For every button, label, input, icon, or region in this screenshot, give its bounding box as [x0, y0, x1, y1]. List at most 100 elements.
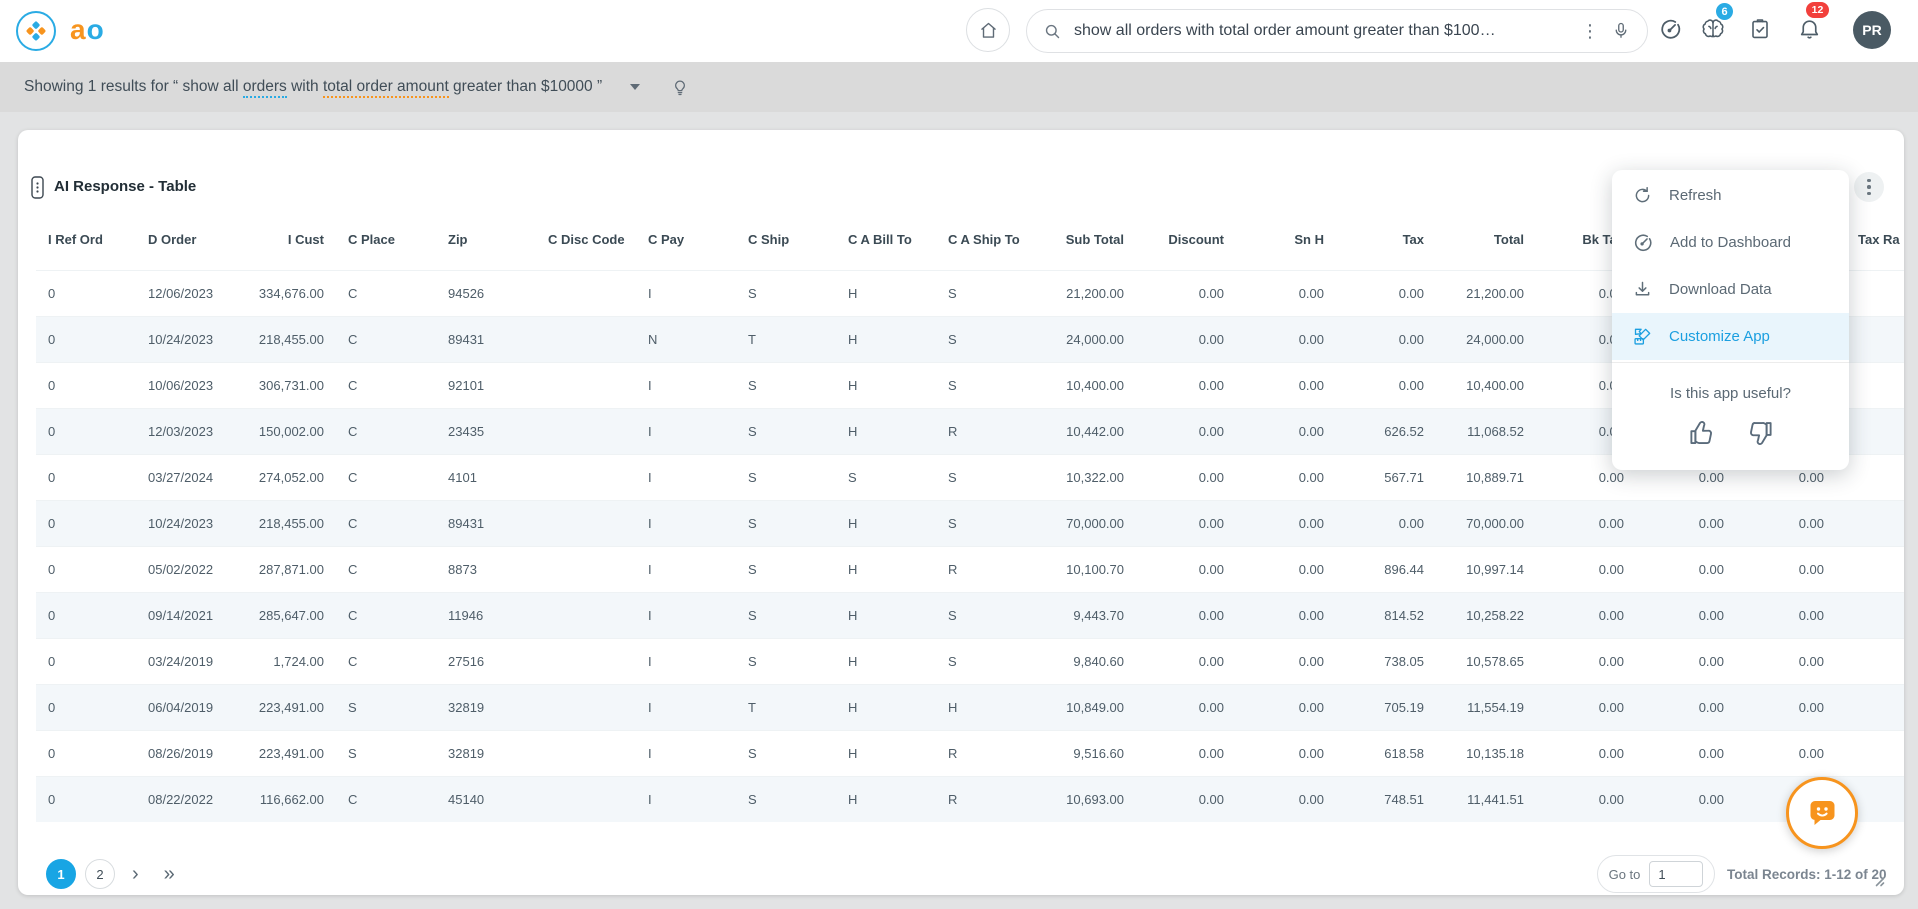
table-cell: S — [736, 730, 836, 776]
table-cell: 89431 — [436, 500, 536, 546]
table-cell: I — [636, 408, 736, 454]
table-cell: 12/06/2023 — [136, 270, 236, 316]
home-button[interactable] — [966, 8, 1010, 52]
menu-item-customize-app[interactable]: Customize App — [1612, 313, 1849, 360]
table-cell: S — [936, 500, 1036, 546]
menu-item-refresh[interactable]: Refresh — [1612, 172, 1849, 219]
table-cell: 0.00 — [1736, 546, 1836, 592]
table-cell: C — [336, 638, 436, 684]
brand-letter-o: o — [87, 14, 105, 45]
query-dropdown-caret-icon[interactable] — [630, 84, 640, 90]
table-cell: 0.00 — [1136, 408, 1236, 454]
results-summary: Showing 1 results for “ show all orders … — [24, 78, 602, 96]
table-cell: H — [836, 408, 936, 454]
next-page-button[interactable]: › — [124, 859, 147, 889]
menu-item-add-to-dashboard[interactable]: Add to Dashboard — [1612, 219, 1849, 266]
table-cell: 0.00 — [1136, 270, 1236, 316]
table-cell: 0 — [36, 776, 136, 822]
table-cell: 0.00 — [1336, 316, 1436, 362]
table-cell — [536, 408, 636, 454]
table-cell — [1836, 730, 1904, 776]
resize-grip-icon[interactable] — [1870, 872, 1885, 892]
panel-menu-kebab-button[interactable] — [1854, 172, 1884, 202]
user-avatar[interactable]: PR — [1853, 11, 1891, 49]
thumbs-down-icon[interactable] — [1745, 418, 1775, 448]
table-cell: S — [936, 592, 1036, 638]
dashboard-gauge-button[interactable] — [1652, 11, 1688, 47]
clipboard-check-icon — [1748, 17, 1772, 41]
microphone-icon[interactable] — [1611, 21, 1631, 41]
table-cell: 285,647.00 — [236, 592, 336, 638]
table-cell: 0.00 — [1736, 730, 1836, 776]
goto-label: Go to — [1609, 867, 1641, 882]
thumbs-up-icon[interactable] — [1687, 418, 1717, 448]
table-row: 003/24/20191,724.00C27516ISHS9,840.600.0… — [36, 638, 1904, 684]
menu-item-download-data[interactable]: Download Data — [1612, 266, 1849, 313]
table-cell: 814.52 — [1336, 592, 1436, 638]
app-logo-button[interactable] — [16, 11, 56, 51]
table-cell: I — [636, 730, 736, 776]
table-cell: 0 — [36, 500, 136, 546]
table-cell: 32819 — [436, 684, 536, 730]
table-cell: 0.00 — [1736, 684, 1836, 730]
feedback-chat-button[interactable] — [1786, 777, 1858, 849]
search-bar[interactable]: ⋮ — [1026, 9, 1648, 53]
table-cell: S — [736, 362, 836, 408]
goto-page-input[interactable] — [1649, 861, 1703, 887]
table-cell: 0.00 — [1236, 730, 1336, 776]
table-cell: 09/14/2021 — [136, 592, 236, 638]
last-page-button[interactable]: » — [156, 859, 183, 889]
table-cell: 11946 — [436, 592, 536, 638]
column-header: Tax — [1336, 210, 1436, 270]
table-cell: S — [736, 592, 836, 638]
page-button-2[interactable]: 2 — [85, 859, 115, 889]
table-cell: 0.00 — [1636, 776, 1736, 822]
pinwheel-logo-icon — [23, 18, 49, 44]
table-cell: 0.00 — [1236, 454, 1336, 500]
table-cell: 0.00 — [1636, 500, 1736, 546]
table-cell: 0.00 — [1236, 638, 1336, 684]
table-row: 005/02/2022287,871.00C8873ISHR10,100.700… — [36, 546, 1904, 592]
table-cell: 618.58 — [1336, 730, 1436, 776]
table-cell — [536, 362, 636, 408]
table-cell: 4101 — [436, 454, 536, 500]
table-cell: S — [736, 638, 836, 684]
table-cell: 0.00 — [1636, 684, 1736, 730]
tasks-button[interactable] — [1742, 11, 1778, 47]
table-cell: C — [336, 270, 436, 316]
table-cell: 10/06/2023 — [136, 362, 236, 408]
table-cell: 0.00 — [1136, 316, 1236, 362]
feedback-thumbs — [1612, 402, 1849, 470]
table-cell: C — [336, 592, 436, 638]
search-options-kebab-icon[interactable]: ⋮ — [1569, 22, 1611, 40]
column-header: Sn H — [1236, 210, 1336, 270]
column-header: Total — [1436, 210, 1536, 270]
page-button-1[interactable]: 1 — [46, 859, 76, 889]
table-cell: C — [336, 776, 436, 822]
table-cell: 8873 — [436, 546, 536, 592]
menu-item-label: Refresh — [1669, 187, 1722, 204]
table-cell — [536, 776, 636, 822]
drag-handle-icon[interactable] — [31, 175, 44, 205]
table-cell: 218,455.00 — [236, 500, 336, 546]
search-input[interactable] — [1074, 22, 1569, 40]
table-cell: 0.00 — [1536, 684, 1636, 730]
table-cell: 45140 — [436, 776, 536, 822]
table-row: 010/24/2023218,455.00C89431ISHS70,000.00… — [36, 500, 1904, 546]
table-cell: 0.00 — [1336, 270, 1436, 316]
table-cell — [536, 638, 636, 684]
table-cell: 0 — [36, 362, 136, 408]
table-cell: 06/04/2019 — [136, 684, 236, 730]
table-cell: H — [836, 730, 936, 776]
table-cell: S — [736, 500, 836, 546]
lightbulb-icon[interactable] — [670, 77, 690, 97]
table-cell: S — [736, 546, 836, 592]
table-cell: 10,135.18 — [1436, 730, 1536, 776]
table-cell: 03/24/2019 — [136, 638, 236, 684]
top-bar: ao ⋮ — [0, 0, 1918, 62]
table-cell: 0.00 — [1136, 684, 1236, 730]
table-cell: 10,400.00 — [1036, 362, 1136, 408]
table-cell: 08/22/2022 — [136, 776, 236, 822]
table-cell — [536, 316, 636, 362]
table-cell: 0.00 — [1236, 316, 1336, 362]
